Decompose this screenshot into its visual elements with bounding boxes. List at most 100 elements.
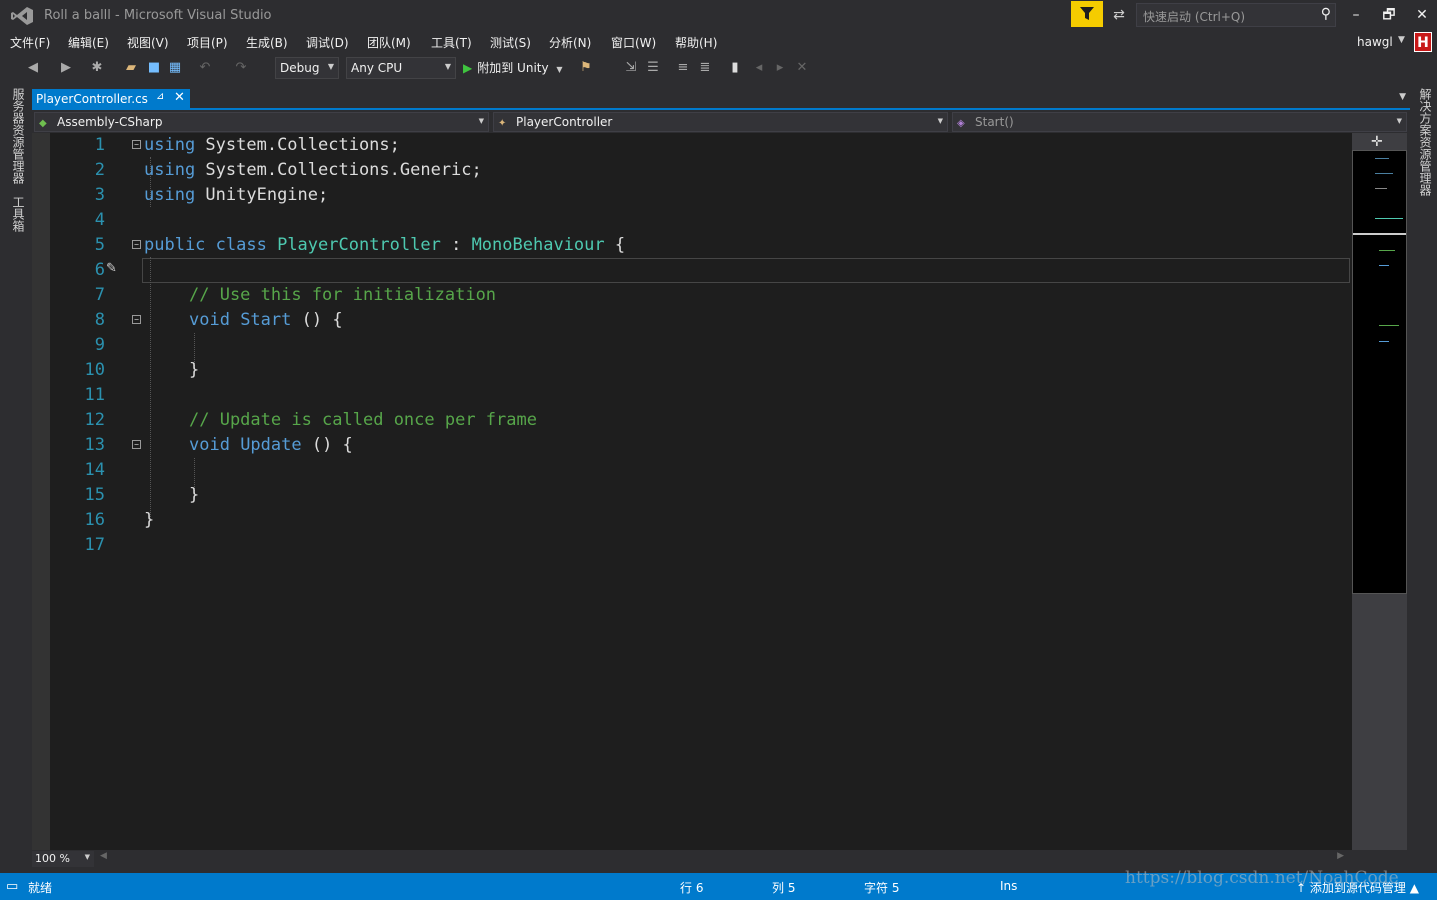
save-all-icon[interactable]: ▦: [166, 59, 184, 77]
chevron-down-icon: ▼: [1396, 117, 1402, 125]
prev-bookmark-icon[interactable]: ◂: [750, 59, 768, 77]
restore-button[interactable]: 🗗: [1374, 3, 1404, 27]
close-window-button[interactable]: ✕: [1407, 3, 1437, 27]
code-line[interactable]: 3 using UnityEngine;: [32, 183, 1352, 208]
project-value: Assembly-CSharp: [57, 115, 163, 129]
split-window-icon[interactable]: ✛: [1371, 134, 1383, 150]
line-number: 1: [94, 135, 105, 155]
quick-launch-input[interactable]: 快速启动 (Ctrl+Q) ⚲: [1136, 3, 1336, 27]
member-select[interactable]: ◈ Start() ▼: [952, 112, 1407, 132]
class-value: PlayerController: [516, 115, 613, 129]
line-number: 5: [94, 235, 105, 255]
class-icon: ✦: [498, 118, 507, 129]
scroll-left-icon[interactable]: ◀: [100, 851, 107, 861]
user-name[interactable]: hawgl: [1357, 35, 1393, 49]
redo-icon[interactable]: ↷: [232, 59, 250, 77]
minimize-button[interactable]: –: [1341, 3, 1371, 27]
code-line[interactable]: 11: [32, 383, 1352, 408]
undo-icon[interactable]: ↶: [196, 59, 214, 77]
open-file-icon[interactable]: ▰: [122, 59, 140, 77]
menu-team[interactable]: 团队(M): [367, 34, 411, 51]
menu-view[interactable]: 视图(V): [127, 34, 169, 51]
line-number: 11: [84, 385, 105, 405]
attach-to-unity-button[interactable]: ▶ 附加到 Unity ▼: [463, 59, 563, 76]
map-line: [1379, 341, 1389, 342]
code-line[interactable]: 8 − void Start () {: [32, 308, 1352, 333]
chevron-down-icon[interactable]: ▼: [1398, 35, 1405, 45]
notifications-filter-icon[interactable]: [1071, 1, 1103, 27]
code-line[interactable]: 10 }: [32, 358, 1352, 383]
line-number: 2: [94, 160, 105, 180]
menu-window[interactable]: 窗口(W): [611, 34, 656, 51]
step-icon[interactable]: ⇲: [622, 59, 640, 77]
menu-edit[interactable]: 编辑(E): [68, 34, 109, 51]
code-line[interactable]: 17: [32, 533, 1352, 558]
tab-player-controller[interactable]: PlayerController.cs ⊿ ✕: [32, 89, 190, 110]
code-line[interactable]: 16 }: [32, 508, 1352, 533]
user-avatar[interactable]: H: [1414, 32, 1432, 52]
member-value: Start(): [975, 115, 1014, 129]
close-icon[interactable]: ✕: [174, 90, 185, 105]
search-icon[interactable]: ⚲: [1321, 6, 1331, 22]
collapse-icon[interactable]: −: [132, 440, 141, 449]
code-editor[interactable]: ✎ 1 − using System.Collections; 2 using …: [32, 133, 1352, 850]
code-line[interactable]: 2 using System.Collections.Generic;: [32, 158, 1352, 183]
server-explorer-tab[interactable]: 服务器资源管理器: [10, 88, 27, 184]
class-select[interactable]: ✦ PlayerController ▼: [493, 112, 948, 132]
project-select[interactable]: ◆ Assembly-CSharp ▼: [34, 112, 489, 132]
code-line[interactable]: 14: [32, 458, 1352, 483]
next-bookmark-icon[interactable]: ▸: [771, 59, 789, 77]
menu-project[interactable]: 项目(P): [187, 34, 228, 51]
title-bar: Roll a balll - Microsoft Visual Studio ⇄…: [0, 0, 1437, 31]
back-icon[interactable]: ◀: [24, 59, 42, 77]
chevron-down-icon[interactable]: ▼: [1399, 92, 1406, 102]
solution-explorer-tab[interactable]: 解决方案资源管理器: [1417, 88, 1434, 196]
pin-icon[interactable]: ⊿: [156, 91, 164, 102]
collapse-icon[interactable]: −: [132, 140, 141, 149]
code-line[interactable]: 7 // Use this for initialization: [32, 283, 1352, 308]
save-icon[interactable]: ■: [145, 59, 163, 77]
map-line: [1375, 173, 1393, 174]
map-viewport[interactable]: [1353, 151, 1406, 235]
platform-select[interactable]: Any CPU ▼: [346, 57, 456, 79]
menu-tools[interactable]: 工具(T): [431, 34, 472, 51]
solution-config-select[interactable]: Debug ▼: [275, 57, 339, 79]
clear-bookmark-icon[interactable]: ✕: [793, 59, 811, 77]
code-line[interactable]: 4: [32, 208, 1352, 233]
menu-analyze[interactable]: 分析(N): [549, 34, 591, 51]
menu-debug[interactable]: 调试(D): [306, 34, 349, 51]
new-project-icon[interactable]: ✱: [88, 59, 106, 77]
collapse-icon[interactable]: −: [132, 315, 141, 324]
code-line[interactable]: 12 // Update is called once per frame: [32, 408, 1352, 433]
horizontal-scrollbar[interactable]: 100 % ▼ ◀ ▶: [32, 850, 1352, 868]
menu-test[interactable]: 测试(S): [490, 34, 531, 51]
toolbox-tab[interactable]: 工具箱: [10, 196, 27, 232]
code-line[interactable]: 13 − void Update () {: [32, 433, 1352, 458]
code-line[interactable]: 6: [32, 258, 1352, 283]
line-number: 10: [84, 360, 105, 380]
feedback-icon[interactable]: ⇄: [1108, 4, 1130, 26]
watermark: https://blog.csdn.net/NoahCode: [1125, 868, 1399, 888]
code-map[interactable]: [1352, 150, 1407, 594]
code-line[interactable]: 5 − public class PlayerController : Mono…: [32, 233, 1352, 258]
scroll-right-icon[interactable]: ▶: [1337, 851, 1344, 861]
vertical-scrollbar[interactable]: ✛: [1352, 133, 1407, 850]
menu-build[interactable]: 生成(B): [246, 34, 288, 51]
find-icon[interactable]: ⚑: [577, 59, 595, 77]
format-icon[interactable]: ☰: [644, 59, 662, 77]
comment-icon[interactable]: ≡: [674, 59, 692, 77]
collapse-icon[interactable]: −: [132, 240, 141, 249]
zoom-select[interactable]: 100 % ▼: [32, 851, 94, 867]
method-icon: ◈: [957, 118, 965, 129]
uncomment-icon[interactable]: ≣: [696, 59, 714, 77]
code-line[interactable]: 9: [32, 333, 1352, 358]
code-line[interactable]: 15 }: [32, 483, 1352, 508]
status-insert-mode: Ins: [1000, 879, 1018, 893]
code-line[interactable]: 1 − using System.Collections;: [32, 133, 1352, 158]
chevron-up-icon: ▲: [1405, 881, 1419, 895]
code-text: void Update () {: [189, 435, 353, 455]
bookmark-icon[interactable]: ▮: [726, 59, 744, 77]
menu-file[interactable]: 文件(F): [10, 34, 50, 51]
menu-help[interactable]: 帮助(H): [675, 34, 717, 51]
forward-icon[interactable]: ▶: [57, 59, 75, 77]
